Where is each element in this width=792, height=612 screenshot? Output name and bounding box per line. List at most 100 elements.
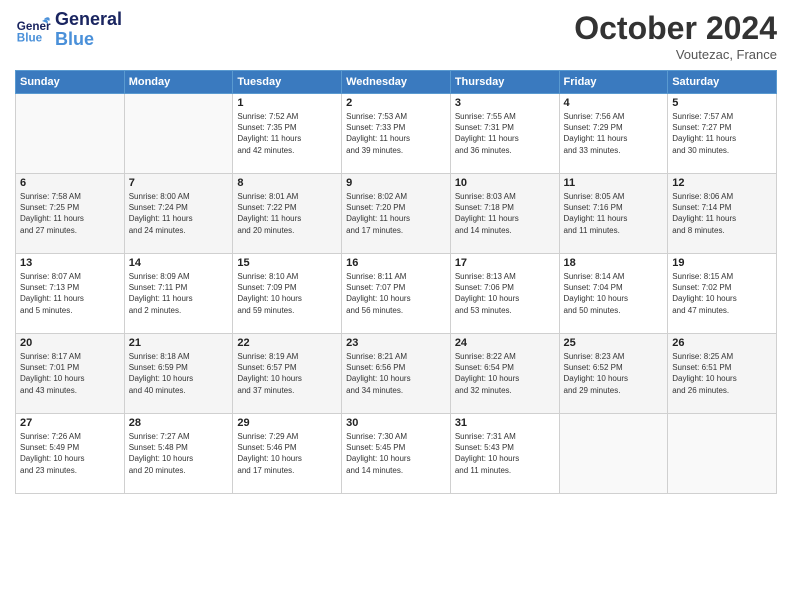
day-number: 11	[564, 177, 664, 189]
page-header: General Blue General Blue October 2024 V…	[15, 10, 777, 62]
cell-info: Sunrise: 8:15 AM Sunset: 7:02 PM Dayligh…	[672, 271, 772, 316]
calendar-cell: 6 Sunrise: 7:58 AM Sunset: 7:25 PM Daylig…	[16, 174, 125, 254]
day-number: 17	[455, 257, 555, 269]
logo-general-text: General	[55, 10, 122, 30]
cell-info: Sunrise: 8:06 AM Sunset: 7:14 PM Dayligh…	[672, 191, 772, 236]
calendar-cell: 13 Sunrise: 8:07 AM Sunset: 7:13 PM Dayli…	[16, 254, 125, 334]
cell-info: Sunrise: 7:53 AM Sunset: 7:33 PM Dayligh…	[346, 111, 446, 156]
day-header-sunday: Sunday	[16, 71, 125, 94]
day-number: 19	[672, 257, 772, 269]
day-number: 15	[237, 257, 337, 269]
cell-info: Sunrise: 8:11 AM Sunset: 7:07 PM Dayligh…	[346, 271, 446, 316]
calendar-cell: 24Sunrise: 8:22 AM Sunset: 6:54 PM Dayli…	[450, 334, 559, 414]
page-container: General Blue General Blue October 2024 V…	[0, 0, 792, 612]
calendar-cell: 4 Sunrise: 7:56 AM Sunset: 7:29 PM Daylig…	[559, 94, 668, 174]
day-number: 5	[672, 97, 772, 109]
logo-blue-text: Blue	[55, 30, 122, 50]
calendar-cell: 16 Sunrise: 8:11 AM Sunset: 7:07 PM Dayli…	[342, 254, 451, 334]
day-number: 23	[346, 337, 446, 349]
cell-info: Sunrise: 7:31 AM Sunset: 5:43 PM Dayligh…	[455, 431, 555, 476]
calendar-cell: 27 Sunrise: 7:26 AM Sunset: 5:49 PM Dayli…	[16, 414, 125, 494]
calendar-cell: 28 Sunrise: 7:27 AM Sunset: 5:48 PM Dayli…	[124, 414, 233, 494]
day-number: 22	[237, 337, 337, 349]
day-number: 16	[346, 257, 446, 269]
calendar-header-row: SundayMondayTuesdayWednesdayThursdayFrid…	[16, 71, 777, 94]
day-number: 13	[20, 257, 120, 269]
day-header-thursday: Thursday	[450, 71, 559, 94]
day-header-friday: Friday	[559, 71, 668, 94]
cell-info: Sunrise: 7:58 AM Sunset: 7:25 PM Dayligh…	[20, 191, 120, 236]
cell-info: Sunrise: 7:57 AM Sunset: 7:27 PM Dayligh…	[672, 111, 772, 156]
day-number: 20	[20, 337, 120, 349]
cell-info: Sunrise: 7:55 AM Sunset: 7:31 PM Dayligh…	[455, 111, 555, 156]
day-number: 8	[237, 177, 337, 189]
calendar-cell: 29 Sunrise: 7:29 AM Sunset: 5:46 PM Dayli…	[233, 414, 342, 494]
calendar-cell: 2Sunrise: 7:53 AM Sunset: 7:33 PM Daylig…	[342, 94, 451, 174]
week-row-5: 27 Sunrise: 7:26 AM Sunset: 5:49 PM Dayli…	[16, 414, 777, 494]
day-number: 30	[346, 417, 446, 429]
cell-info: Sunrise: 8:17 AM Sunset: 7:01 PM Dayligh…	[20, 351, 120, 396]
title-area: October 2024 Voutezac, France	[574, 10, 777, 62]
day-number: 3	[455, 97, 555, 109]
day-number: 10	[455, 177, 555, 189]
cell-info: Sunrise: 8:05 AM Sunset: 7:16 PM Dayligh…	[564, 191, 664, 236]
svg-text:Blue: Blue	[17, 31, 43, 44]
cell-info: Sunrise: 8:25 AM Sunset: 6:51 PM Dayligh…	[672, 351, 772, 396]
calendar-cell: 22 Sunrise: 8:19 AM Sunset: 6:57 PM Dayli…	[233, 334, 342, 414]
day-number: 21	[129, 337, 229, 349]
cell-info: Sunrise: 8:07 AM Sunset: 7:13 PM Dayligh…	[20, 271, 120, 316]
cell-info: Sunrise: 7:56 AM Sunset: 7:29 PM Dayligh…	[564, 111, 664, 156]
calendar-cell: 15 Sunrise: 8:10 AM Sunset: 7:09 PM Dayli…	[233, 254, 342, 334]
day-number: 18	[564, 257, 664, 269]
cell-info: Sunrise: 8:10 AM Sunset: 7:09 PM Dayligh…	[237, 271, 337, 316]
day-number: 29	[237, 417, 337, 429]
week-row-4: 20 Sunrise: 8:17 AM Sunset: 7:01 PM Dayli…	[16, 334, 777, 414]
calendar-cell: 7Sunrise: 8:00 AM Sunset: 7:24 PM Daylig…	[124, 174, 233, 254]
cell-info: Sunrise: 8:01 AM Sunset: 7:22 PM Dayligh…	[237, 191, 337, 236]
day-header-monday: Monday	[124, 71, 233, 94]
cell-info: Sunrise: 8:18 AM Sunset: 6:59 PM Dayligh…	[129, 351, 229, 396]
cell-info: Sunrise: 8:19 AM Sunset: 6:57 PM Dayligh…	[237, 351, 337, 396]
week-row-3: 13 Sunrise: 8:07 AM Sunset: 7:13 PM Dayli…	[16, 254, 777, 334]
calendar-cell: 23Sunrise: 8:21 AM Sunset: 6:56 PM Dayli…	[342, 334, 451, 414]
cell-info: Sunrise: 7:29 AM Sunset: 5:46 PM Dayligh…	[237, 431, 337, 476]
cell-info: Sunrise: 8:09 AM Sunset: 7:11 PM Dayligh…	[129, 271, 229, 316]
cell-info: Sunrise: 8:23 AM Sunset: 6:52 PM Dayligh…	[564, 351, 664, 396]
cell-info: Sunrise: 8:13 AM Sunset: 7:06 PM Dayligh…	[455, 271, 555, 316]
calendar-cell: 8 Sunrise: 8:01 AM Sunset: 7:22 PM Daylig…	[233, 174, 342, 254]
calendar-cell: 10Sunrise: 8:03 AM Sunset: 7:18 PM Dayli…	[450, 174, 559, 254]
calendar-cell: 20 Sunrise: 8:17 AM Sunset: 7:01 PM Dayli…	[16, 334, 125, 414]
day-number: 4	[564, 97, 664, 109]
calendar-cell: 1 Sunrise: 7:52 AM Sunset: 7:35 PM Daylig…	[233, 94, 342, 174]
calendar-cell: 31 Sunrise: 7:31 AM Sunset: 5:43 PM Dayli…	[450, 414, 559, 494]
cell-info: Sunrise: 7:26 AM Sunset: 5:49 PM Dayligh…	[20, 431, 120, 476]
cell-info: Sunrise: 8:22 AM Sunset: 6:54 PM Dayligh…	[455, 351, 555, 396]
calendar-cell: 9 Sunrise: 8:02 AM Sunset: 7:20 PM Daylig…	[342, 174, 451, 254]
cell-info: Sunrise: 8:02 AM Sunset: 7:20 PM Dayligh…	[346, 191, 446, 236]
day-number: 27	[20, 417, 120, 429]
cell-info: Sunrise: 7:52 AM Sunset: 7:35 PM Dayligh…	[237, 111, 337, 156]
day-number: 31	[455, 417, 555, 429]
day-number: 14	[129, 257, 229, 269]
calendar-cell: 3 Sunrise: 7:55 AM Sunset: 7:31 PM Daylig…	[450, 94, 559, 174]
calendar-cell: 17 Sunrise: 8:13 AM Sunset: 7:06 PM Dayli…	[450, 254, 559, 334]
calendar-cell	[668, 414, 777, 494]
day-number: 25	[564, 337, 664, 349]
logo: General Blue General Blue	[15, 10, 122, 50]
day-number: 28	[129, 417, 229, 429]
cell-info: Sunrise: 8:00 AM Sunset: 7:24 PM Dayligh…	[129, 191, 229, 236]
calendar-cell: 12Sunrise: 8:06 AM Sunset: 7:14 PM Dayli…	[668, 174, 777, 254]
calendar-table: SundayMondayTuesdayWednesdayThursdayFrid…	[15, 70, 777, 494]
logo-icon: General Blue	[15, 12, 51, 48]
day-number: 6	[20, 177, 120, 189]
week-row-2: 6 Sunrise: 7:58 AM Sunset: 7:25 PM Daylig…	[16, 174, 777, 254]
day-number: 1	[237, 97, 337, 109]
day-header-saturday: Saturday	[668, 71, 777, 94]
calendar-cell: 5 Sunrise: 7:57 AM Sunset: 7:27 PM Daylig…	[668, 94, 777, 174]
day-number: 26	[672, 337, 772, 349]
calendar-cell: 21 Sunrise: 8:18 AM Sunset: 6:59 PM Dayli…	[124, 334, 233, 414]
day-number: 9	[346, 177, 446, 189]
cell-info: Sunrise: 7:30 AM Sunset: 5:45 PM Dayligh…	[346, 431, 446, 476]
day-header-tuesday: Tuesday	[233, 71, 342, 94]
cell-info: Sunrise: 7:27 AM Sunset: 5:48 PM Dayligh…	[129, 431, 229, 476]
